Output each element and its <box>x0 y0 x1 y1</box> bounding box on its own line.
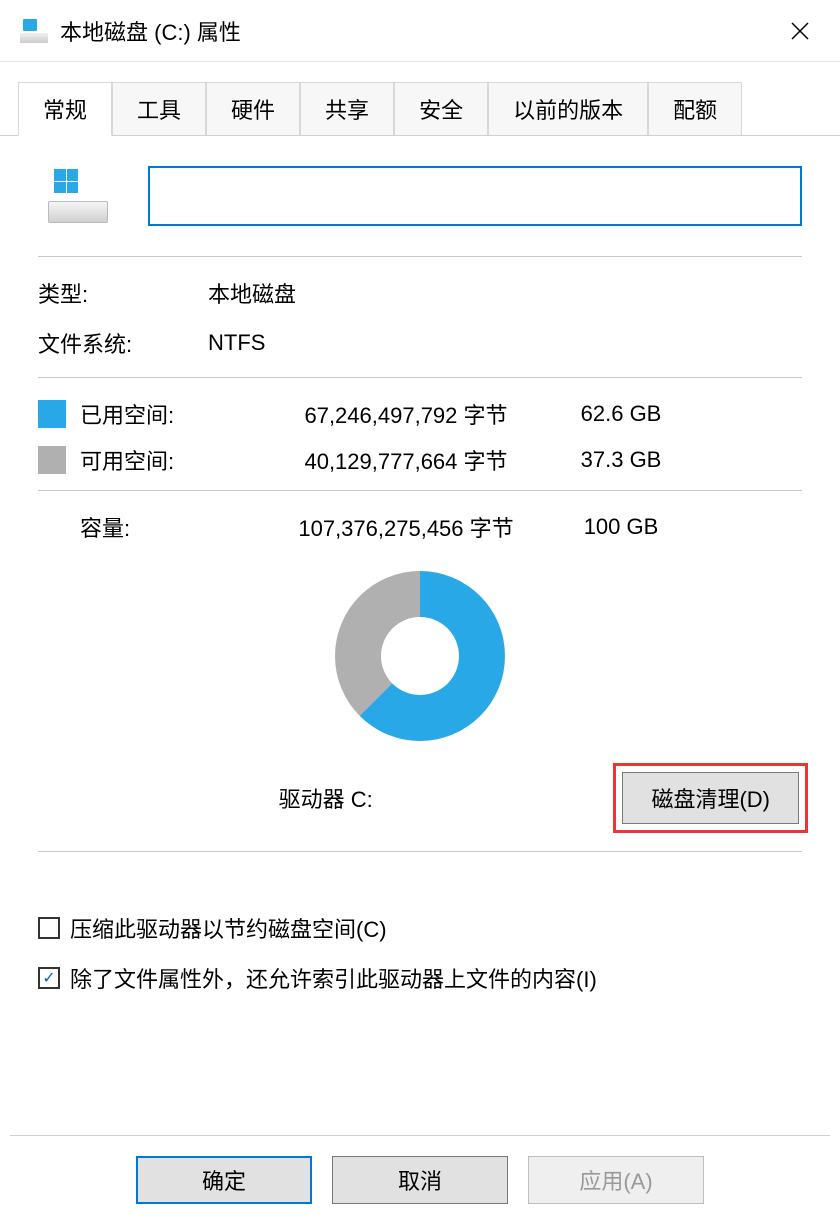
separator <box>38 490 802 491</box>
tab-bar: 常规 工具 硬件 共享 安全 以前的版本 配额 <box>0 82 840 136</box>
highlight-box: 磁盘清理(D) <box>613 763 808 833</box>
separator <box>38 256 802 257</box>
window-title: 本地磁盘 (C:) 属性 <box>60 15 770 47</box>
drive-icon <box>20 19 48 43</box>
separator <box>38 851 802 852</box>
type-value: 本地磁盘 <box>208 277 296 309</box>
drive-icon-large <box>48 169 108 223</box>
free-space-bytes: 40,129,777,664 字节 <box>266 444 546 476</box>
used-space-gb: 62.6 GB <box>566 401 676 427</box>
capacity-label: 容量: <box>38 511 266 543</box>
type-label: 类型: <box>38 277 208 309</box>
close-icon <box>790 21 810 41</box>
close-button[interactable] <box>770 0 830 62</box>
drive-label: 驱动器 C: <box>38 782 613 814</box>
tab-content-general: 类型: 本地磁盘 文件系统: NTFS 已用空间: 67,246,497,792… <box>0 136 840 994</box>
tab-general[interactable]: 常规 <box>18 82 112 136</box>
used-space-bytes: 67,246,497,792 字节 <box>266 398 546 430</box>
compress-checkbox[interactable] <box>38 917 60 939</box>
filesystem-value: NTFS <box>208 330 265 356</box>
compress-label: 压缩此驱动器以节约磁盘空间(C) <box>70 912 387 944</box>
cancel-button[interactable]: 取消 <box>332 1156 508 1204</box>
tab-previous-versions[interactable]: 以前的版本 <box>488 82 648 135</box>
capacity-gb: 100 GB <box>566 514 676 540</box>
volume-name-input[interactable] <box>148 166 802 226</box>
titlebar: 本地磁盘 (C:) 属性 <box>0 0 840 62</box>
free-space-gb: 37.3 GB <box>566 447 676 473</box>
index-label: 除了文件属性外，还允许索引此驱动器上文件的内容(I) <box>70 962 597 994</box>
apply-button[interactable]: 应用(A) <box>528 1156 704 1204</box>
tab-security[interactable]: 安全 <box>394 82 488 135</box>
filesystem-label: 文件系统: <box>38 327 208 359</box>
index-checkbox[interactable]: ✓ <box>38 967 60 989</box>
capacity-bytes: 107,376,275,456 字节 <box>266 511 546 543</box>
ok-button[interactable]: 确定 <box>136 1156 312 1204</box>
tab-sharing[interactable]: 共享 <box>300 82 394 135</box>
dialog-footer: 确定 取消 应用(A) <box>10 1135 830 1204</box>
used-color-swatch <box>38 400 66 428</box>
free-color-swatch <box>38 446 66 474</box>
tab-quota[interactable]: 配额 <box>648 82 742 135</box>
free-space-label: 可用空间: <box>80 444 266 476</box>
usage-donut-chart <box>335 571 505 741</box>
tab-hardware[interactable]: 硬件 <box>206 82 300 135</box>
separator <box>38 377 802 378</box>
tab-tools[interactable]: 工具 <box>112 82 206 135</box>
disk-cleanup-button[interactable]: 磁盘清理(D) <box>622 772 799 824</box>
used-space-label: 已用空间: <box>80 398 266 430</box>
